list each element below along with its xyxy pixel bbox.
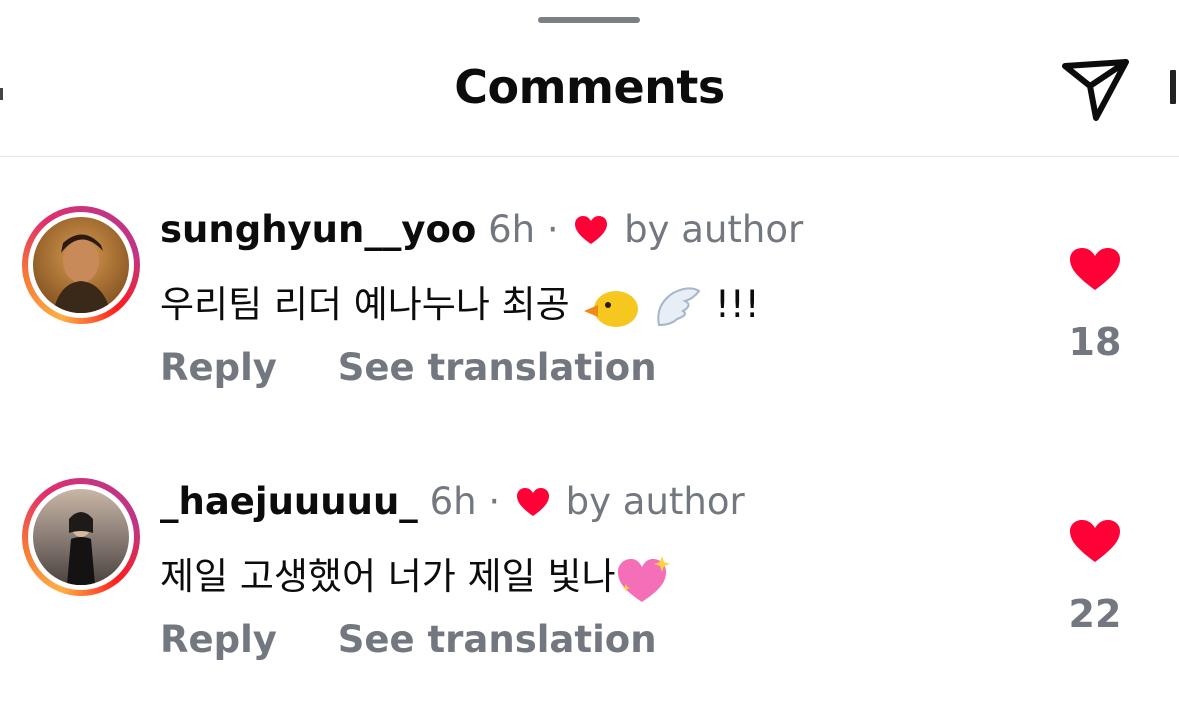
- like-heart-icon[interactable]: [1068, 246, 1122, 292]
- comment-meta: _haejuuuuu_ 6h · by author: [160, 480, 745, 523]
- avatar[interactable]: [22, 206, 140, 324]
- separator-dot: ·: [546, 208, 559, 251]
- author-like-label: by author: [565, 480, 745, 523]
- right-edge-fragment: [1170, 70, 1176, 104]
- comment-item: _haejuuuuu_ 6h · by author 제일 고생했어 너가 제일…: [0, 462, 1179, 682]
- username[interactable]: _haejuuuuu_: [160, 480, 418, 523]
- comment-actions: Reply See translation: [160, 346, 705, 389]
- duck-emoji: [583, 290, 638, 327]
- like-count: 22: [1068, 592, 1122, 636]
- like-heart-icon[interactable]: [1068, 518, 1122, 564]
- separator-dot: ·: [488, 480, 501, 523]
- reply-button[interactable]: Reply: [160, 618, 277, 661]
- avatar-photo: [33, 217, 129, 313]
- author-heart-icon: [575, 215, 608, 244]
- send-icon[interactable]: [1060, 56, 1130, 122]
- comment-body: 우리팀 리더 예나누나 최공: [160, 283, 570, 326]
- author-like-label: by author: [624, 208, 804, 251]
- author-heart-icon: [516, 487, 549, 516]
- wing-emoji: [657, 286, 701, 326]
- comment-body: 제일 고생했어 너가 제일 빛나: [160, 555, 616, 598]
- avatar[interactable]: [22, 478, 140, 596]
- comments-header: Comments: [0, 0, 1179, 157]
- comment-actions: Reply See translation: [160, 618, 705, 661]
- sparkling-heart-emoji: [617, 555, 670, 602]
- see-translation-button[interactable]: See translation: [338, 346, 657, 389]
- page-title: Comments: [454, 60, 725, 114]
- comment-text: 제일 고생했어 너가 제일 빛나: [160, 546, 674, 604]
- comment-item: sunghyun__yoo 6h · by author 우리팀 리더 예나누나…: [0, 190, 1179, 410]
- like-count: 18: [1068, 320, 1122, 364]
- drag-handle[interactable]: [538, 17, 640, 23]
- comment-meta: sunghyun__yoo 6h · by author: [160, 208, 803, 251]
- username[interactable]: sunghyun__yoo: [160, 208, 476, 251]
- timestamp: 6h: [429, 480, 477, 523]
- reply-button[interactable]: Reply: [160, 346, 277, 389]
- avatar-photo: [33, 489, 129, 585]
- see-translation-button[interactable]: See translation: [338, 618, 657, 661]
- comment-text: 우리팀 리더 예나누나 최공 !!!: [160, 274, 760, 329]
- timestamp: 6h: [488, 208, 536, 251]
- comment-suffix: !!!: [715, 283, 760, 326]
